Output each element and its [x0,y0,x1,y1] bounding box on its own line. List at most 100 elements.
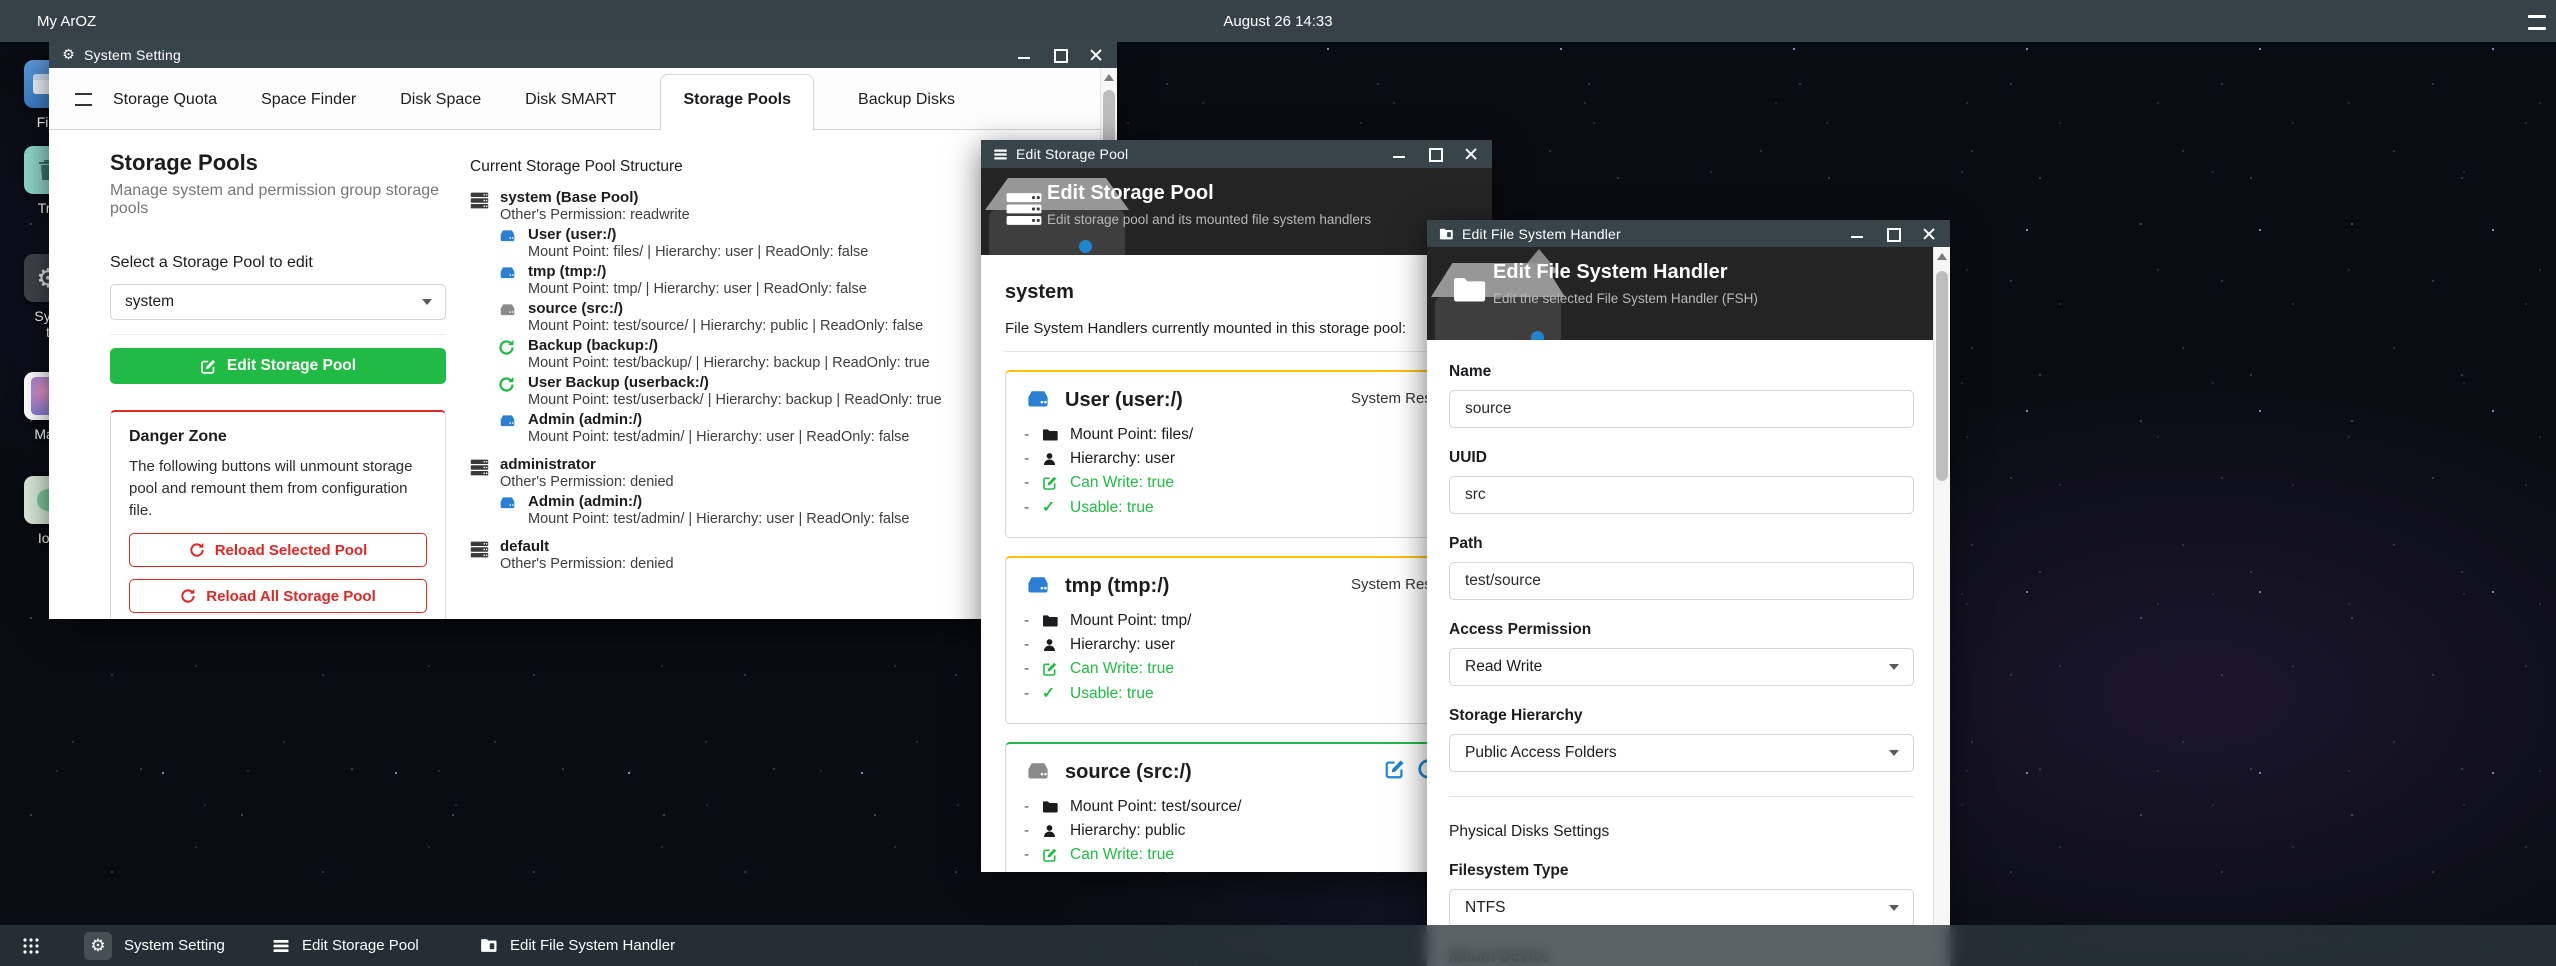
card-item: Hierarchy: user [1024,450,1449,468]
edit-storage-pool-content: system File System Handlers currently mo… [981,255,1492,872]
tab-storage-quota[interactable]: Storage Quota [113,75,217,129]
folder-icon [1042,428,1060,443]
page-title: Storage Pools [110,150,446,176]
user-icon [1042,637,1060,653]
card-item: Mount Point: files/ [1024,426,1449,444]
minimize-icon[interactable] [1392,147,1406,161]
danger-zone-title: Danger Zone [129,428,427,446]
page-subtitle: Manage system and permission group stora… [110,182,446,218]
system-setting-titlebar[interactable]: ⚙ System Setting [49,41,1117,68]
card-item: ✓Usable: true [1024,870,1449,872]
card-item: ✓Usable: true [1024,498,1449,517]
hdd-icon [498,227,517,260]
fsh-card-user: User (user:/) System Reserved Mount Poin… [1005,370,1468,538]
card-item: Mount Point: tmp/ [1024,612,1449,630]
header-subtitle: Edit storage pool and its mounted file s… [1047,212,1371,227]
chevron-down-icon [422,299,432,305]
chevron-down-icon [1889,905,1899,911]
reload-all-storage-pool-button[interactable]: Reload All Storage Pool [129,579,427,613]
file-icon [480,937,498,954]
tab-backup-disks[interactable]: Backup Disks [858,75,955,129]
edit-icon [200,358,217,375]
scroll-up-icon[interactable] [1104,74,1114,81]
field-label-storage-hierarchy: Storage Hierarchy [1449,707,1914,725]
taskbar-item-edit-fsh[interactable]: Edit File System Handler [480,937,675,954]
name-field[interactable] [1449,390,1914,428]
check-icon: ✓ [1042,498,1060,517]
fsh-card-title: tmp (tmp:/) [1065,575,1169,598]
edit-icon [1042,661,1060,677]
server-icon [470,457,489,490]
scrollbar-thumb[interactable] [1936,271,1948,481]
system-setting-window: ⚙ System Setting Storage Quota Space Fin… [49,41,1117,619]
edit-fsh-window: Edit File System Handler Edit File Syste… [1427,220,1950,966]
folder-icon [1452,275,1488,307]
fsh-card-tmp: tmp (tmp:/) System Reserved Mount Point:… [1005,556,1468,724]
scroll-up-icon[interactable] [1937,253,1947,260]
hdd-icon [1024,388,1052,412]
tab-disk-space[interactable]: Disk Space [400,75,481,129]
hdd-icon [498,412,517,445]
path-field[interactable] [1449,562,1914,600]
maximize-icon[interactable] [1886,227,1900,241]
minimize-icon[interactable] [1850,227,1864,241]
field-label-path: Path [1449,535,1914,553]
hdd-icon [1024,760,1052,784]
user-icon [1042,451,1060,467]
card-item: ✓Usable: true [1024,684,1449,703]
tab-storage-pools[interactable]: Storage Pools [660,74,814,130]
hdd-icon [1024,574,1052,598]
fsh-card-source: source (src:/) Mount Point: test/source/… [1005,742,1468,872]
edit-fsh-icon[interactable] [1384,758,1406,780]
tab-space-finder[interactable]: Space Finder [261,75,356,129]
header-art-dot [1079,240,1092,253]
close-icon[interactable] [1089,48,1103,62]
top-menu-bar: My ArOZ August 26 14:33 [0,0,2556,42]
card-item: Mount Point: test/source/ [1024,798,1449,816]
hdd-icon [498,301,517,334]
sync-icon [180,588,196,604]
scrollbar[interactable] [1933,247,1950,966]
header-art-dot [1531,331,1544,340]
pool-select-dropdown[interactable]: system [110,284,446,320]
edit-icon [1042,847,1060,863]
maximize-icon[interactable] [1053,48,1067,62]
card-item: Hierarchy: user [1024,636,1449,654]
chevron-down-icon [1889,664,1899,670]
list-icon [272,937,290,955]
edit-storage-pool-button[interactable]: Edit Storage Pool [110,348,446,384]
close-icon[interactable] [1464,147,1478,161]
list-icon [993,147,1008,162]
access-permission-dropdown[interactable]: Read Write [1449,648,1914,686]
danger-zone-panel: Danger Zone The following buttons will u… [110,410,446,619]
sync-icon [189,542,205,558]
field-label-uuid: UUID [1449,449,1914,467]
minimize-icon[interactable] [1017,48,1031,62]
field-label-access-permission: Access Permission [1449,621,1914,639]
card-item: Hierarchy: public [1024,822,1449,840]
header-title: Edit File System Handler [1493,261,1728,284]
check-icon: ✓ [1042,684,1060,703]
gear-icon: ⚙ [84,932,112,960]
server-icon [470,190,489,223]
taskbar-item-system-setting[interactable]: ⚙ System Setting [84,932,225,960]
window-title: Edit File System Handler [1462,226,1621,242]
hdd-icon [498,494,517,527]
taskbar-item-edit-storage-pool[interactable]: Edit Storage Pool [272,937,419,955]
uuid-field[interactable] [1449,476,1914,514]
filesystem-type-dropdown[interactable]: NTFS [1449,889,1914,927]
edit-fsh-titlebar[interactable]: Edit File System Handler [1427,220,1950,247]
app-launcher-grid-icon[interactable] [22,937,40,955]
tab-disk-smart[interactable]: Disk SMART [525,75,616,129]
field-label-filesystem-type: Filesystem Type [1449,862,1914,880]
pool-select-value: system [125,293,174,311]
close-icon[interactable] [1922,227,1936,241]
maximize-icon[interactable] [1428,147,1442,161]
card-item: Can Write: true [1024,846,1449,864]
edit-storage-pool-titlebar[interactable]: Edit Storage Pool [981,140,1492,168]
storage-hierarchy-dropdown[interactable]: Public Access Folders [1449,734,1914,772]
window-title: Edit Storage Pool [1016,146,1128,162]
card-item: Can Write: true [1024,474,1449,492]
section-label-physical-disks: Physical Disks Settings [1449,823,1914,841]
reload-selected-pool-button[interactable]: Reload Selected Pool [129,533,427,567]
